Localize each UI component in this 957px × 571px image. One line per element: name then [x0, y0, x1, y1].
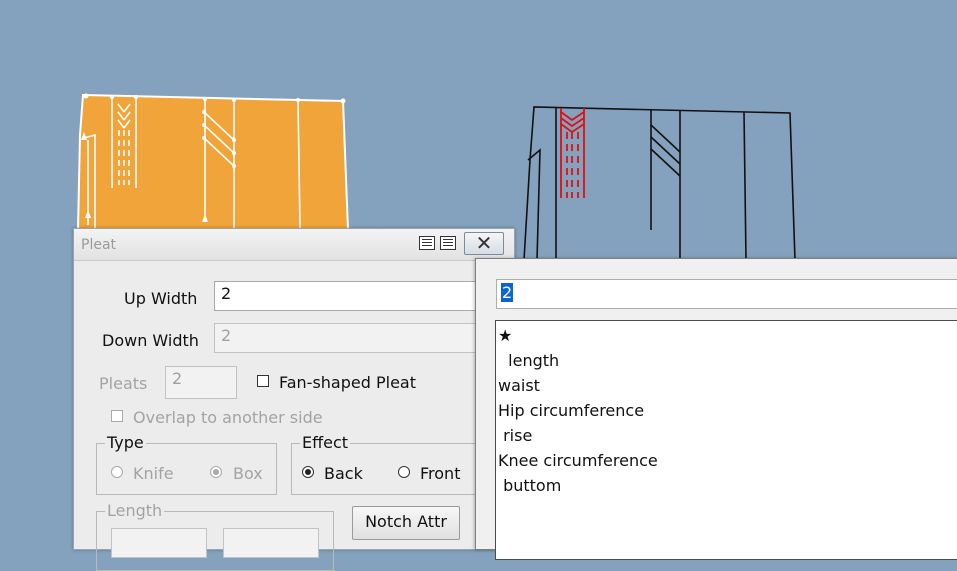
variable-item-star[interactable]: ★: [498, 323, 957, 348]
type-knife-radio[interactable]: [111, 466, 123, 478]
up-width-input[interactable]: 2: [214, 281, 504, 311]
selected-pattern-piece[interactable]: [76, 93, 350, 231]
variable-picker-popup: 2 ★ length waist Hip circumference rise …: [475, 258, 957, 560]
fan-shaped-checkbox[interactable]: [257, 375, 269, 387]
effect-back-label: Back: [324, 464, 363, 483]
effect-group: Effect Back Front: [291, 433, 481, 495]
length-group: Length: [96, 501, 334, 571]
variable-item-buttom[interactable]: buttom: [498, 473, 957, 498]
effect-front-label: Front: [420, 464, 461, 483]
variable-item-hip-circumference[interactable]: Hip circumference: [498, 398, 957, 423]
overlap-checkbox[interactable]: [111, 410, 123, 422]
close-icon: ✕: [475, 231, 493, 255]
variable-item-knee-circumference[interactable]: Knee circumference: [498, 448, 957, 473]
variable-item-rise[interactable]: rise: [498, 423, 957, 448]
down-width-input[interactable]: 2: [214, 323, 504, 353]
type-box-radio[interactable]: [210, 466, 222, 478]
notch-attr-button[interactable]: Notch Attr: [352, 506, 460, 540]
dialog-titlebar[interactable]: Pleat ✕: [74, 229, 514, 261]
effect-front-radio[interactable]: [398, 466, 410, 478]
type-box-label: Box: [233, 464, 263, 483]
pleats-label: Pleats: [99, 374, 148, 393]
pleat-dialog: Pleat ✕ Up Width 2 Down Width 2 Pleats 2…: [73, 228, 515, 571]
length-input-2[interactable]: [223, 528, 319, 558]
pleats-input[interactable]: 2: [165, 366, 237, 399]
formula-input[interactable]: 2: [496, 279, 957, 309]
variable-list[interactable]: ★ length waist Hip circumference rise Kn…: [495, 320, 957, 560]
down-width-label: Down Width: [102, 331, 199, 350]
close-button[interactable]: ✕: [464, 232, 504, 255]
effect-back-radio[interactable]: [302, 466, 314, 478]
length-legend: Length: [105, 501, 165, 520]
type-legend: Type: [105, 433, 146, 452]
up-width-label: Up Width: [124, 289, 198, 308]
formula-input-text: 2: [501, 283, 514, 302]
pleat-preview: [560, 108, 585, 198]
dialog-title: Pleat: [81, 237, 117, 253]
list-icon[interactable]: [419, 236, 435, 250]
variable-item-length[interactable]: length: [498, 348, 957, 373]
calculator-icon[interactable]: [440, 236, 456, 250]
fan-shaped-label: Fan-shaped Pleat: [279, 373, 416, 392]
type-knife-label: Knife: [133, 464, 174, 483]
pattern-piece-outline[interactable]: [523, 106, 796, 261]
effect-legend: Effect: [300, 433, 351, 452]
length-input-1[interactable]: [111, 528, 207, 558]
variable-item-waist[interactable]: waist: [498, 373, 957, 398]
type-group: Type Knife Box: [96, 433, 277, 495]
overlap-label: Overlap to another side: [133, 408, 323, 427]
